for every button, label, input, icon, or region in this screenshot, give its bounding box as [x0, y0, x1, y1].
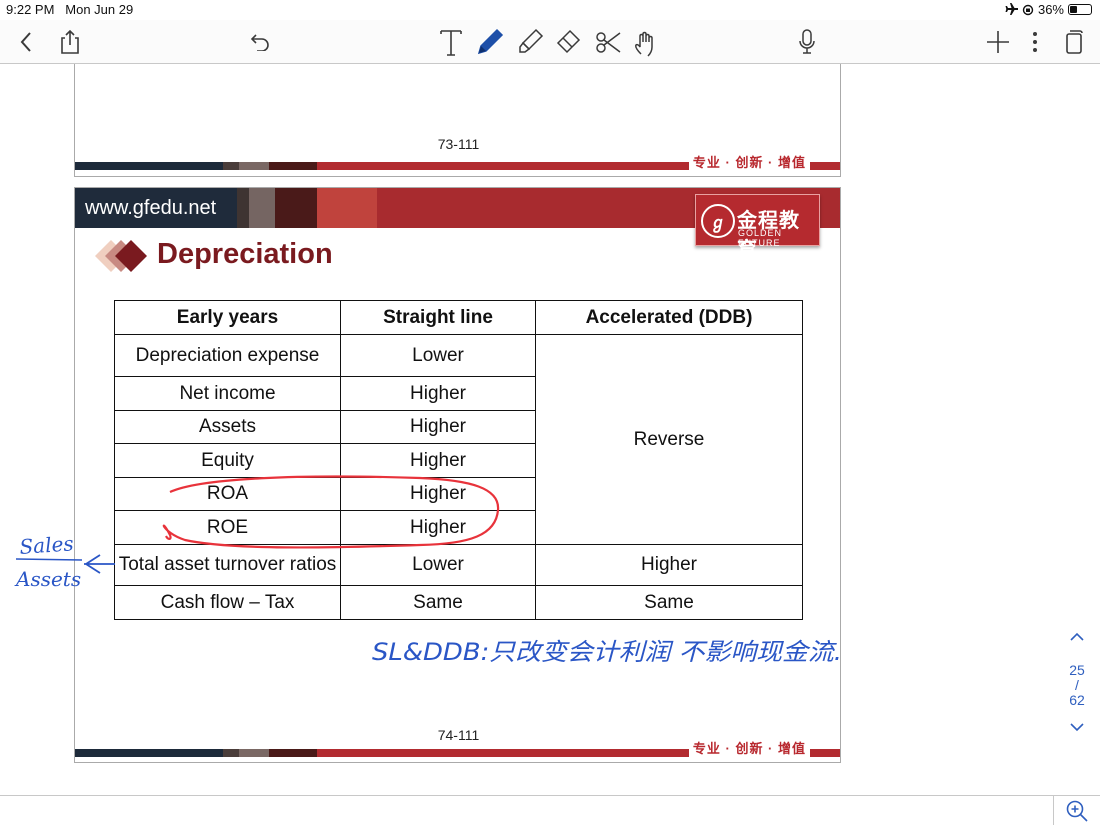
table-cell: Cash flow – Tax	[114, 585, 341, 620]
more-button[interactable]	[1019, 26, 1051, 58]
microphone-icon	[799, 29, 815, 54]
table-cell: Net income	[114, 376, 341, 411]
toolbar	[0, 20, 1100, 64]
page-navigator: 25 / 62	[1062, 630, 1092, 736]
table-cell: Total asset turnover ratios	[114, 544, 341, 586]
pen-tool-button[interactable]	[474, 26, 506, 58]
header-segment	[237, 188, 249, 228]
table-cell: Lower	[340, 334, 536, 377]
eraser-tool-icon	[556, 29, 581, 54]
document-area[interactable]: 73-111 专业 · 创新 · 增值 www.gfedu.net ℊ 金程教育…	[0, 64, 1100, 795]
share-icon	[61, 29, 79, 54]
pen-tool-icon	[477, 28, 504, 55]
table-cell: ROE	[114, 510, 341, 545]
touch-tool-button[interactable]	[630, 26, 662, 58]
table-header-row: Early years Straight line Accelerated (D…	[114, 300, 803, 335]
status-time-text: 9:22 PM	[6, 2, 55, 17]
title-diamond-icon	[95, 240, 147, 272]
pages-button[interactable]	[1058, 26, 1090, 58]
header-segment	[275, 188, 317, 228]
more-icon	[1033, 32, 1037, 52]
zoom-button[interactable]	[1053, 796, 1100, 825]
table-cell: Higher	[535, 544, 803, 586]
eraser-tool-button[interactable]	[552, 26, 584, 58]
back-button[interactable]	[10, 26, 42, 58]
app-root: 9:22 PM Mon Jun 29 36% 73-111 专业 · 创新 · …	[0, 0, 1100, 825]
page-number: 73-111	[437, 136, 480, 152]
depreciation-table: Early years Straight line Accelerated (D…	[114, 300, 803, 620]
back-icon	[20, 32, 31, 52]
table-row: Total asset turnover ratios Lower Higher	[114, 544, 803, 586]
table-header: Accelerated (DDB)	[535, 300, 803, 335]
table-cell: Equity	[114, 443, 341, 478]
table-cell: Depreciation expense	[114, 334, 341, 377]
table-cell: Assets	[114, 410, 341, 444]
table-header: Straight line	[340, 300, 536, 335]
status-bar: 9:22 PM Mon Jun 29 36%	[0, 0, 1100, 20]
logo-english-name: GOLDEN FUTURE	[738, 228, 783, 248]
battery-fill	[1070, 6, 1077, 13]
table-row: Cash flow – Tax Same Same	[114, 585, 803, 620]
touch-tool-icon	[635, 31, 653, 57]
table-cell: Higher	[340, 477, 536, 511]
orientation-lock-icon	[1022, 4, 1034, 15]
footer-slogan: 专业 · 创新 · 增值	[688, 738, 810, 757]
current-page: 25	[1069, 662, 1085, 678]
add-icon	[987, 31, 1009, 53]
status-time: 9:22 PM Mon Jun 29	[6, 2, 133, 17]
pdf-page-74: www.gfedu.net ℊ 金程教育 GOLDEN FUTURE Depre…	[74, 187, 841, 763]
status-date: Mon Jun 29	[65, 2, 134, 17]
text-tool-button[interactable]	[435, 26, 467, 58]
table-row: Depreciation expense Lower Reverse	[114, 334, 803, 545]
lasso-tool-icon	[596, 32, 621, 53]
page-down-button[interactable]	[1062, 720, 1092, 736]
chevron-up-icon	[1070, 632, 1084, 641]
pdf-page-73: 73-111 专业 · 创新 · 增值	[74, 64, 841, 177]
table-cell: Higher	[340, 443, 536, 478]
footer-slogan: 专业 · 创新 · 增值	[688, 152, 810, 171]
table-cell: Higher	[340, 376, 536, 411]
header-segment	[317, 188, 377, 228]
share-button[interactable]	[54, 26, 86, 58]
table-cell: Higher	[340, 510, 536, 545]
text-tool-icon	[440, 30, 462, 56]
add-button[interactable]	[982, 26, 1014, 58]
table-cell: Lower	[340, 544, 536, 586]
table-cell: Same	[535, 585, 803, 620]
bottom-bar	[0, 795, 1100, 825]
total-pages: 62	[1069, 692, 1085, 708]
microphone-button[interactable]	[791, 26, 823, 58]
brand-logo: ℊ 金程教育 GOLDEN FUTURE	[695, 194, 820, 261]
table-cell: Higher	[340, 410, 536, 444]
highlighter-tool-icon	[519, 28, 544, 53]
zoom-in-icon	[1066, 800, 1088, 822]
logo-seal-icon: ℊ	[701, 204, 735, 238]
table-header: Early years	[114, 300, 341, 335]
table-cell-merged: Reverse	[535, 334, 803, 545]
page-separator: /	[1075, 677, 1079, 693]
site-url: www.gfedu.net	[85, 197, 217, 219]
lasso-tool-button[interactable]	[592, 26, 624, 58]
table-cell: ROA	[114, 477, 341, 511]
status-right: 36%	[1004, 2, 1092, 17]
undo-icon	[250, 34, 269, 51]
airplane-icon	[1005, 3, 1018, 15]
slide-title: Depreciation	[157, 238, 333, 270]
header-segment	[249, 188, 275, 228]
chevron-down-icon	[1070, 723, 1084, 732]
battery-icon	[1068, 4, 1092, 15]
page-up-button[interactable]	[1062, 630, 1092, 646]
pages-icon	[1066, 30, 1083, 54]
highlighter-tool-button[interactable]	[514, 26, 546, 58]
battery-percent: 36%	[1037, 2, 1064, 17]
undo-button[interactable]	[244, 26, 276, 58]
table-cell: Same	[340, 585, 536, 620]
